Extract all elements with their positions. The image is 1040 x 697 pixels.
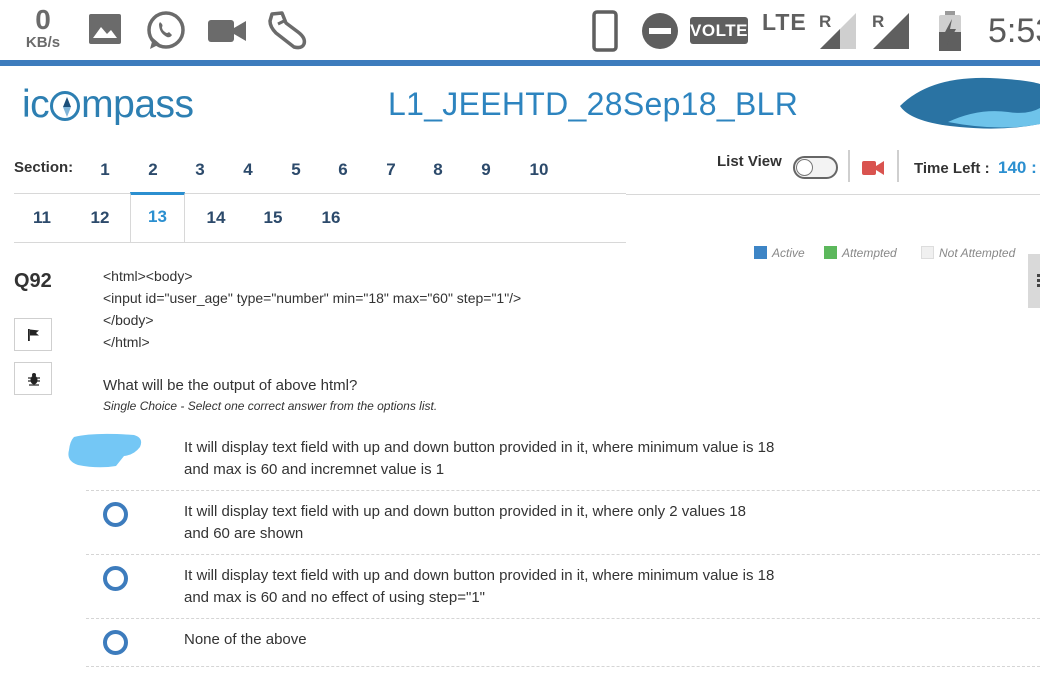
option-separator [86, 490, 1040, 491]
question-type-hint: Single Choice - Select one correct answe… [103, 399, 438, 413]
network-speed-value: 0 [35, 4, 51, 35]
section-tab-5[interactable]: 5 [272, 160, 320, 180]
option-4-radio[interactable] [103, 630, 128, 655]
shoe-icon [266, 10, 310, 57]
network-speed-unit: KB/s [25, 34, 61, 51]
option-1-line-2: and max is 60 and incremnet value is 1 [184, 461, 445, 478]
section-label: Section: [14, 159, 74, 176]
compass-icon [50, 91, 81, 121]
toolbar-separator [848, 150, 850, 182]
legend-attempted: Attempted [824, 246, 897, 260]
option-2[interactable]: It will display text field with up and d… [184, 501, 824, 545]
do-not-disturb-icon [641, 12, 679, 55]
gallery-icon [88, 12, 122, 51]
option-3-line-2: and max is 60 and no effect of using ste… [184, 589, 485, 606]
question-prompt: What will be the output of above html? [103, 377, 358, 394]
bug-icon [28, 373, 40, 386]
exam-title: L1_JEEHTD_28Sep18_BLR [388, 86, 799, 122]
option-separator [86, 554, 1040, 555]
status-bar: 0 KB/s VOLTE LTE R R 5:53 [0, 0, 1040, 60]
whatsapp-icon [144, 9, 188, 58]
camera-icon[interactable] [862, 160, 884, 181]
signal-full-icon [871, 12, 911, 55]
section-tab-9[interactable]: 9 [462, 160, 510, 180]
legend-active: Active [754, 246, 805, 260]
section-tab-4[interactable]: 4 [224, 160, 272, 180]
legend-not-attempted-label: Not Attempted [939, 246, 1016, 260]
legend-not-attempted: Not Attempted [921, 246, 1015, 260]
section-tab-14[interactable]: 14 [192, 208, 240, 228]
option-separator [86, 666, 1040, 667]
option-1-selected-radio[interactable] [68, 433, 142, 469]
tabs-divider [14, 193, 132, 194]
flag-question-button[interactable] [14, 318, 52, 351]
option-4[interactable]: None of the above [184, 629, 824, 651]
option-4-line-1: None of the above [184, 631, 307, 648]
option-separator [86, 618, 1040, 619]
video-call-icon [207, 18, 247, 49]
section-tab-15[interactable]: 15 [249, 208, 297, 228]
option-3[interactable]: It will display text field with up and d… [184, 565, 824, 609]
tabs-divider [185, 193, 626, 194]
code-line: <input id="user_age" type="number" min="… [103, 290, 522, 306]
legend-not-attempted-swatch [921, 246, 934, 259]
volte-badge: VOLTE [690, 17, 748, 44]
lte-label: LTE [762, 9, 807, 35]
option-3-line-1: It will display text field with up and d… [184, 567, 775, 584]
flag-icon [28, 329, 39, 341]
legend-attempted-swatch [824, 246, 837, 259]
code-line: </body> [103, 312, 154, 328]
toggle-knob [796, 159, 813, 176]
toolbar-divider [626, 194, 1040, 195]
list-view-label: List View [717, 153, 782, 170]
option-2-radio[interactable] [103, 502, 128, 527]
option-1-line-1: It will display text field with up and d… [184, 439, 775, 456]
section-tab-11[interactable]: 11 [18, 208, 66, 228]
battery-charging-icon [937, 10, 963, 57]
icompass-logo: ic mpass [22, 83, 194, 126]
section-tab-6[interactable]: 6 [319, 160, 367, 180]
legend-active-label: Active [772, 246, 805, 260]
tabs-bottom-border [14, 242, 626, 243]
clock: 5:53 [988, 12, 1040, 50]
question-number: Q92 [14, 270, 52, 292]
legend-active-swatch [754, 246, 767, 259]
section-tab-12[interactable]: 12 [76, 208, 124, 228]
section-tab-13-active[interactable]: 13 [130, 192, 185, 242]
option-1[interactable]: It will display text field with up and d… [184, 437, 824, 481]
header-divider [0, 60, 1040, 66]
report-bug-button[interactable] [14, 362, 52, 395]
network-speed: 0 KB/s [20, 4, 66, 51]
section-tab-16[interactable]: 16 [307, 208, 355, 228]
code-line: </html> [103, 334, 150, 350]
option-2-line-1: It will display text field with up and d… [184, 503, 746, 520]
section-tab-3[interactable]: 3 [176, 160, 224, 180]
code-line: <html><body> [103, 268, 193, 284]
toolbar-separator [897, 150, 899, 182]
section-tab-7[interactable]: 7 [367, 160, 415, 180]
section-tab-8[interactable]: 8 [414, 160, 462, 180]
option-2-line-2: and 60 are shown [184, 525, 304, 542]
time-left-value: 140 : [998, 158, 1037, 177]
phone-icon [592, 10, 618, 57]
side-panel-handle[interactable] [1028, 254, 1040, 308]
option-3-radio[interactable] [103, 566, 128, 591]
time-left-label: Time Left : [914, 160, 990, 177]
question-code: <html><body> <input id="user_age" type="n… [103, 265, 521, 353]
partner-logo [898, 76, 1040, 135]
signal-icon [818, 12, 858, 55]
section-tab-10[interactable]: 10 [515, 160, 563, 180]
list-view-toggle[interactable] [793, 156, 838, 179]
section-tab-1[interactable]: 1 [81, 160, 129, 180]
legend-attempted-label: Attempted [842, 246, 897, 260]
section-tab-2[interactable]: 2 [129, 160, 177, 180]
